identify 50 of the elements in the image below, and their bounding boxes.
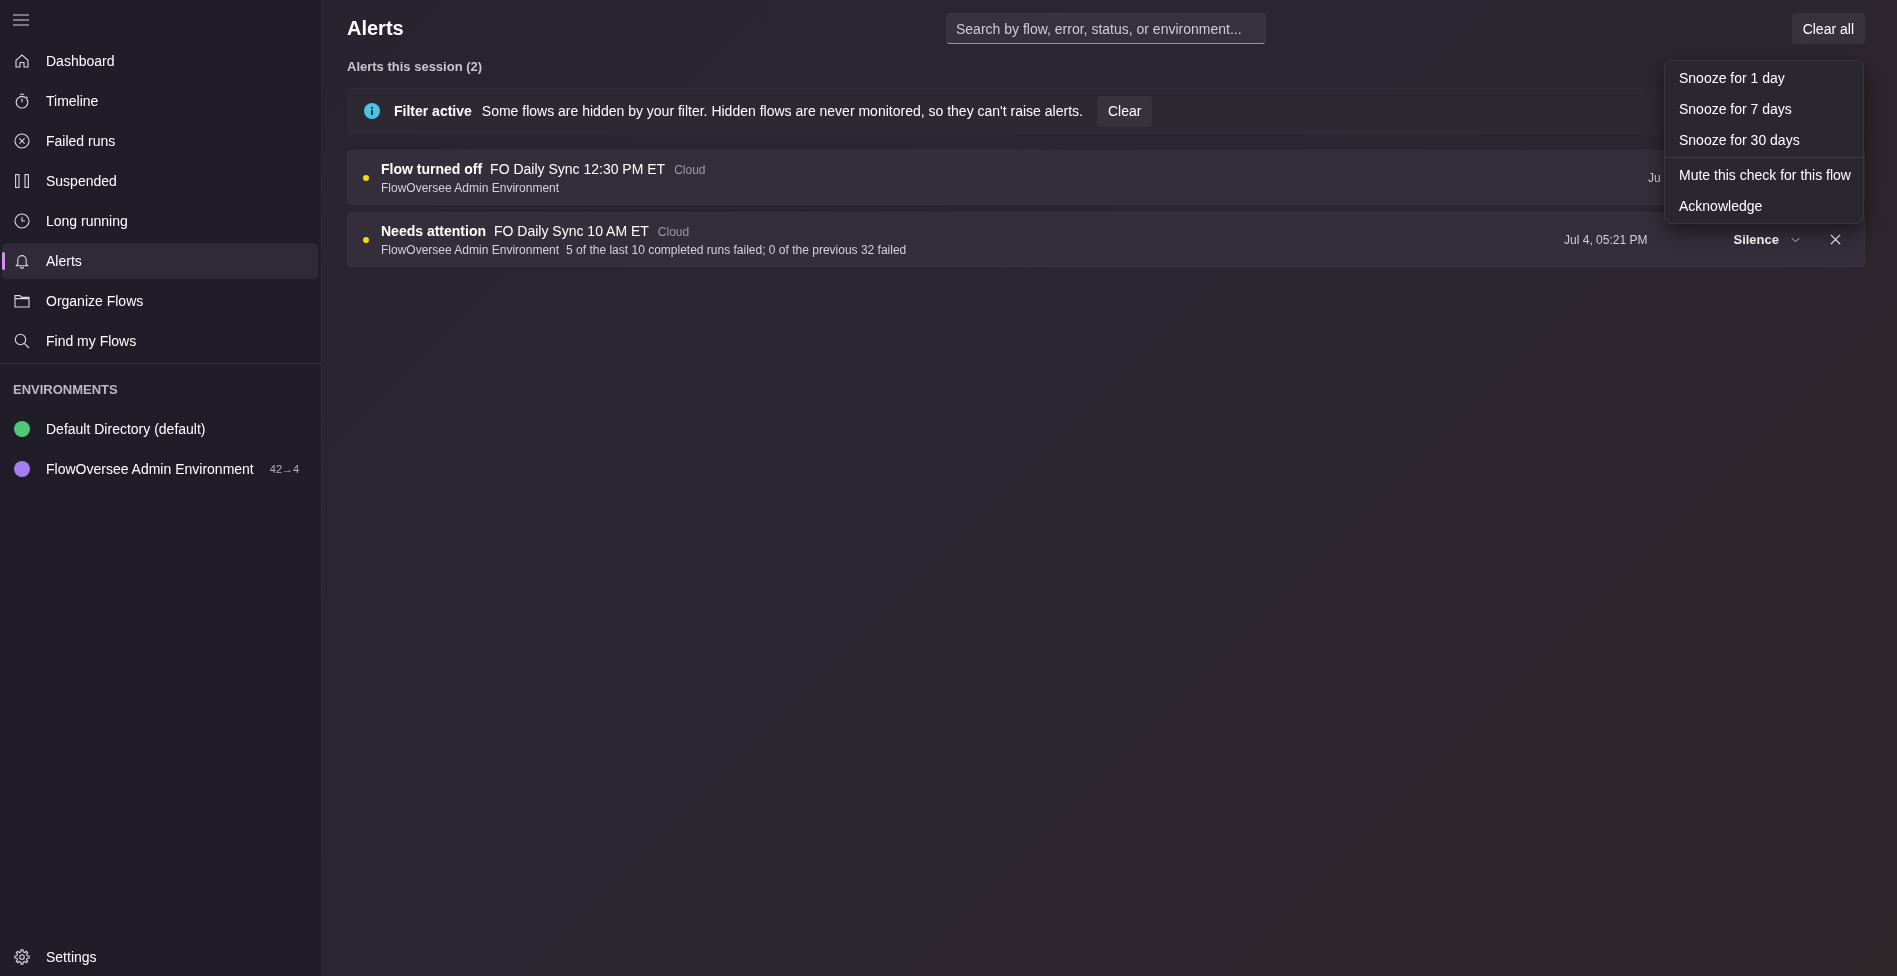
menu-item[interactable]: Acknowledge <box>1665 190 1863 222</box>
nav-item[interactable]: Find my Flows <box>2 323 318 359</box>
nav-item[interactable]: Organize Flows <box>2 283 318 319</box>
clock-icon <box>14 213 30 229</box>
alert-status: Flow turned off <box>381 159 483 178</box>
flow-name: FO Daily Sync 10 AM ET <box>494 221 649 240</box>
flow-tag: Cloud <box>674 162 706 177</box>
silence-dropdown[interactable]: Silence <box>1723 224 1810 255</box>
menu-item[interactable]: Snooze for 7 days <box>1665 93 1863 125</box>
nav-item[interactable]: Dashboard <box>2 43 318 79</box>
menu-item[interactable]: Snooze for 1 day <box>1665 62 1863 94</box>
section-heading: Alerts this session (2) <box>347 59 483 75</box>
alert-time: Jul 4, 05:21 PM <box>1564 232 1648 247</box>
info-icon <box>364 103 380 119</box>
nav-item[interactable]: Timeline <box>2 83 318 119</box>
x-circle-icon <box>14 133 30 149</box>
banner-message: Some flows are hidden by your filter. Hidden flows are never monitored, so they can't raise alerts. <box>481 103 1083 119</box>
nav-item[interactable]: Suspended <box>2 163 318 199</box>
bell-icon <box>14 253 30 269</box>
environment-item[interactable]: Default Directory (default) <box>2 411 318 447</box>
page-title: Alerts <box>347 17 404 40</box>
nav-item[interactable]: Long running <box>2 203 318 239</box>
flow-tag: Cloud <box>657 224 690 239</box>
menu-item[interactable]: Mute this check for this flow <box>1665 159 1863 191</box>
search-field[interactable]: Search by flow, error, status, or environment... <box>946 13 1266 44</box>
alert-time: Ju <box>1648 170 1661 185</box>
settings-item[interactable]: Settings <box>2 939 318 975</box>
nav-item[interactable]: Alerts <box>2 243 318 279</box>
pause-icon <box>14 173 30 189</box>
menu-icon <box>13 14 29 26</box>
environment-count: 42→4 <box>269 463 300 475</box>
close-icon <box>1829 234 1841 245</box>
chevron-down-icon <box>1791 236 1800 243</box>
section-heading: ENVIRONMENTS <box>13 382 118 398</box>
stopwatch-icon <box>14 93 30 109</box>
environment-item[interactable]: FlowOversee Admin Environment 42→4 <box>2 451 318 487</box>
alert-detail: 5 of the last 10 completed runs failed; 0 of the previous 32 failed <box>566 241 907 258</box>
environment-name: FlowOversee Admin Environment <box>381 241 560 258</box>
environment-name: FlowOversee Admin Environment <box>381 179 560 196</box>
search-icon <box>14 333 30 349</box>
alert-status: Needs attention <box>381 221 486 240</box>
nav-item[interactable]: Failed runs <box>2 123 318 159</box>
settings-icon <box>14 949 30 965</box>
menu-item[interactable]: Snooze for 30 days <box>1665 124 1863 156</box>
clear-filter-button[interactable]: Clear <box>1096 95 1153 127</box>
flow-name: FO Daily Sync 12:30 PM ET <box>490 159 666 178</box>
folder-icon <box>14 293 30 309</box>
banner-title: Filter active <box>394 103 472 119</box>
clear-all-button[interactable]: Clear all <box>1791 13 1865 44</box>
home-icon <box>14 53 30 69</box>
